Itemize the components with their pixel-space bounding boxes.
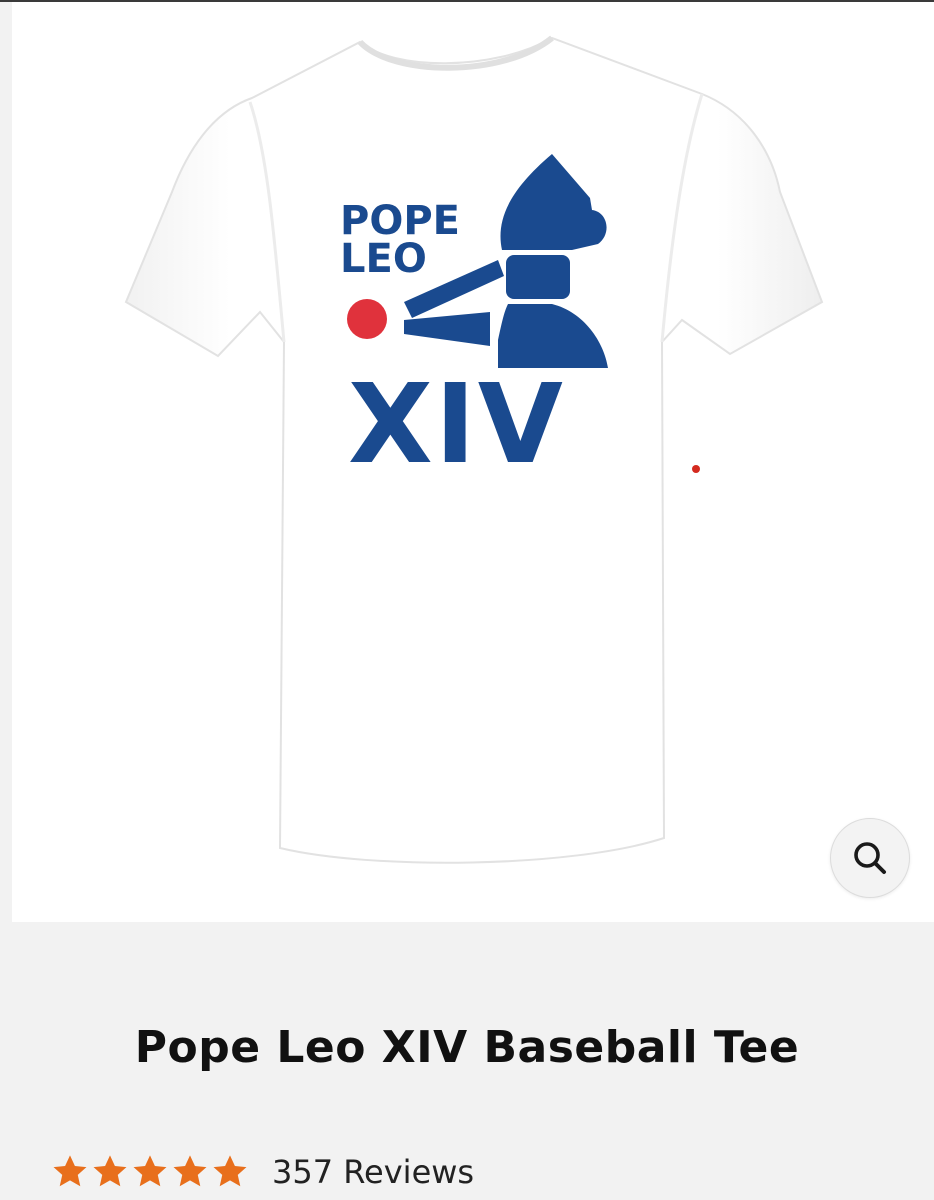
logo-ball [347,299,387,339]
product-image-tee: POPE LEO XIV [124,35,824,864]
star-rating [50,1153,250,1191]
magnifier-icon [854,842,886,874]
star-icon [213,1155,247,1187]
star-icon [53,1155,87,1187]
zoom-button[interactable] [830,818,910,898]
logo-numeral: XIV [348,360,565,488]
logo-line-leo: LEO [340,236,427,282]
product-page: POPE LEO XIV Pope Leo XIV Baseball Tee 3… [0,0,934,1200]
product-image-panel[interactable]: POPE LEO XIV [12,2,934,922]
star-icon [173,1155,207,1187]
star-icon [93,1155,127,1187]
image-marker-dot [692,465,700,473]
logo-head [506,255,570,299]
rating-row[interactable]: 357 Reviews [50,1150,474,1194]
product-title: Pope Leo XIV Baseball Tee [134,1022,800,1073]
star-icon [133,1155,167,1187]
reviews-link[interactable]: 357 Reviews [272,1153,474,1191]
